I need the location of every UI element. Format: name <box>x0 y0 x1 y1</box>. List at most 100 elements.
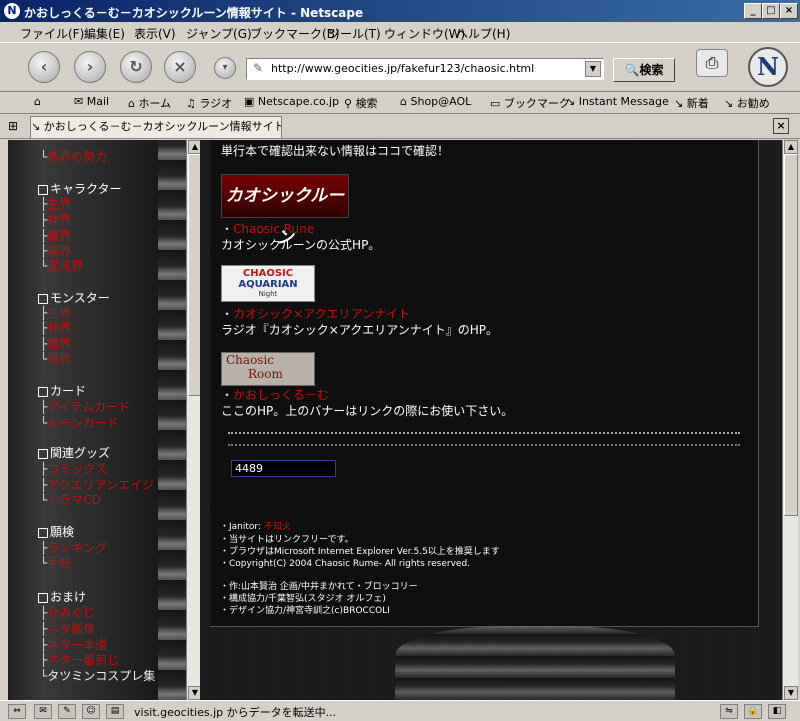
intro-text: 単行本で確認出来ない情報はココで確認！ <box>221 144 450 158</box>
nav-link[interactable]: ├ネタ画像 <box>40 620 95 637</box>
section-goods: 関連グッズ <box>38 444 110 461</box>
search-button[interactable]: 🔍検索 <box>613 58 675 82</box>
my-icon: ▣ <box>244 95 258 108</box>
toolbar-netscape[interactable]: ▣ Netscape.co.jp <box>244 95 339 108</box>
sidebar-icon[interactable]: ⇔ <box>8 704 26 719</box>
stop-button[interactable]: × <box>164 51 196 83</box>
back-button[interactable]: ‹ <box>28 51 60 83</box>
status-text: visit.geocities.jp からデータを転送中... <box>134 706 337 719</box>
nav-link[interactable]: └ルーンカード <box>40 414 119 431</box>
main-scrollbar[interactable]: ▲ ▼ <box>782 140 798 700</box>
menu-edit[interactable]: 編集(E) <box>84 25 125 42</box>
page-icon: ↘ <box>31 120 44 133</box>
tab-current[interactable]: ↘ かおしっくる－む－カオシックルーン情報サイト <box>30 116 282 138</box>
link-icon: ↘ <box>724 97 737 110</box>
im-icon[interactable]: ☺ <box>82 704 100 719</box>
link-aquarian-night[interactable]: ・カオシック×アクエリアンナイト <box>221 305 410 322</box>
spine-decoration <box>395 626 675 700</box>
magnifier-icon: 🔍 <box>624 63 640 77</box>
nav-link[interactable]: ├ネタ一番煎じ <box>40 651 119 668</box>
nav-link[interactable]: ├かみぐじ <box>40 604 95 621</box>
footer-line: ・Copyright(C) 2004 Chaosic Rume- All rig… <box>220 559 471 569</box>
window-title: かおしっくる－む－カオシックルーン情報サイト - Netscape <box>24 6 364 20</box>
toolbar-im[interactable]: ↘ Instant Message <box>566 95 669 108</box>
history-dropdown-icon[interactable]: ▾ <box>214 57 236 79</box>
minimize-button[interactable]: _ <box>744 3 762 19</box>
folder-icon: ▭ <box>490 97 504 110</box>
url-dropdown-icon[interactable]: ▼ <box>585 61 601 77</box>
mail-icon[interactable]: ✉ <box>34 704 52 719</box>
toolbar-shop[interactable]: ⌂ Shop@AOL <box>400 95 471 108</box>
shop-icon: ⌂ <box>400 95 411 108</box>
page-icon: ✎ <box>253 61 264 75</box>
menu-view[interactable]: 表示(V) <box>134 25 176 42</box>
toolbar-bookmarks[interactable]: ▭ ブックマーク <box>490 95 570 111</box>
nav-link[interactable]: └手帳 <box>40 554 71 571</box>
link-chaosic-room[interactable]: ・かおしっくる－む <box>221 386 329 403</box>
toolbar-new[interactable]: ↘ 新着 <box>674 95 709 111</box>
link-icon: ↘ <box>566 95 579 108</box>
chain-divider <box>228 432 740 446</box>
nav-link[interactable]: ├アイテムカード <box>40 398 130 415</box>
janitor-line: ・Janitor: 不知火 <box>220 522 291 532</box>
popup-icon: ◧ <box>768 704 786 719</box>
nav-link-factions[interactable]: └各界の勢力 <box>40 148 107 165</box>
scroll-up-icon[interactable]: ▲ <box>784 140 798 154</box>
personal-toolbar: ⌂ ✉ Mail ⌂ ホーム ♫ ラジオ ▣ Netscape.co.jp ⚲ … <box>0 91 800 114</box>
close-tab-icon[interactable]: × <box>773 118 789 134</box>
address-bar[interactable]: ✎ ▼ <box>246 58 604 80</box>
home-tab-icon[interactable]: ⌂ <box>34 95 41 108</box>
janitor-link[interactable]: 不知火 <box>264 522 291 532</box>
headphones-icon: ♫ <box>186 97 200 110</box>
toolbar-recommend[interactable]: ↘ お勧め <box>724 95 770 111</box>
nav-link[interactable]: └冥界 <box>40 350 71 367</box>
menu-tools[interactable]: ツール(T) <box>328 25 381 42</box>
toolbar-home[interactable]: ⌂ ホーム <box>128 95 171 111</box>
netscape-icon: N <box>4 3 20 19</box>
nav-link[interactable]: └ドラマCD <box>40 491 101 508</box>
footer-line: ・デザイン協力/神宮寺訓之(c)BROCCOLI <box>220 606 390 616</box>
title-bar: N かおしっくる－む－カオシックルーン情報サイト - Netscape _ □ … <box>0 0 800 22</box>
scroll-down-icon[interactable]: ▼ <box>784 686 798 700</box>
bone-decoration <box>158 140 186 700</box>
left-scrollbar[interactable]: ▲ ▼ <box>186 140 202 700</box>
link-chaosic-rune[interactable]: ・Chaosic Rune <box>221 220 314 237</box>
new-tab-icon[interactable]: ⊞ <box>8 119 18 133</box>
aquarian-night-banner[interactable]: CHAOSIC AQUARIAN Night <box>221 265 315 302</box>
forward-button[interactable]: › <box>74 51 106 83</box>
chaosic-room-banner[interactable]: Chaosic Room <box>221 352 315 386</box>
netscape-logo: N <box>748 47 788 87</box>
composer-icon[interactable]: ✎ <box>58 704 76 719</box>
nav-link[interactable]: ├神界 <box>40 211 71 228</box>
menu-bookmarks[interactable]: ブックマーク(B) <box>250 25 340 42</box>
menu-go[interactable]: ジャンプ(G) <box>186 25 252 42</box>
nav-link[interactable]: ├生界 <box>40 195 71 212</box>
search-icon: ⚲ <box>344 97 356 110</box>
tab-bar: ⊞ ↘ かおしっくる－む－カオシックルーン情報サイト × <box>0 114 800 139</box>
menu-file[interactable]: ファイル(F) <box>20 25 84 42</box>
maximize-button[interactable]: □ <box>762 3 780 19</box>
url-input[interactable] <box>271 61 571 76</box>
security-lock-icon: 🔒 <box>744 704 762 719</box>
link-icon: ↘ <box>674 97 687 110</box>
navigation-toolbar: ‹ › ↻ × ▾ ✎ ▼ 🔍検索 ⎙ <box>0 42 800 92</box>
toolbar-mail[interactable]: ✉ Mail <box>74 95 109 108</box>
nav-link[interactable]: └混沌界 <box>40 257 83 274</box>
reload-button[interactable]: ↻ <box>120 51 152 83</box>
toolbar-search[interactable]: ⚲ 検索 <box>344 95 378 111</box>
scroll-thumb[interactable] <box>784 154 798 516</box>
print-icon[interactable]: ⎙ <box>696 49 728 77</box>
access-counter: 4489 <box>231 460 336 477</box>
menu-help[interactable]: ヘルプ(H) <box>456 25 510 42</box>
section-survey: 願検 <box>38 523 74 540</box>
nav-link[interactable]: └タツミンコスプレ集 <box>40 667 155 684</box>
address-book-icon[interactable]: ▤ <box>106 704 124 719</box>
mail-icon: ✉ <box>74 95 87 108</box>
nav-link[interactable]: ├神界 <box>40 319 71 336</box>
nav-link[interactable]: ├コミックス <box>40 460 107 477</box>
chaosic-rune-banner[interactable]: カオシックルーン <box>221 174 349 248</box>
close-button[interactable]: × <box>780 3 798 19</box>
section-extras: おまけ <box>38 588 86 605</box>
toolbar-radio[interactable]: ♫ ラジオ <box>186 95 232 111</box>
menu-window[interactable]: ウィンドウ(W) <box>384 25 465 42</box>
